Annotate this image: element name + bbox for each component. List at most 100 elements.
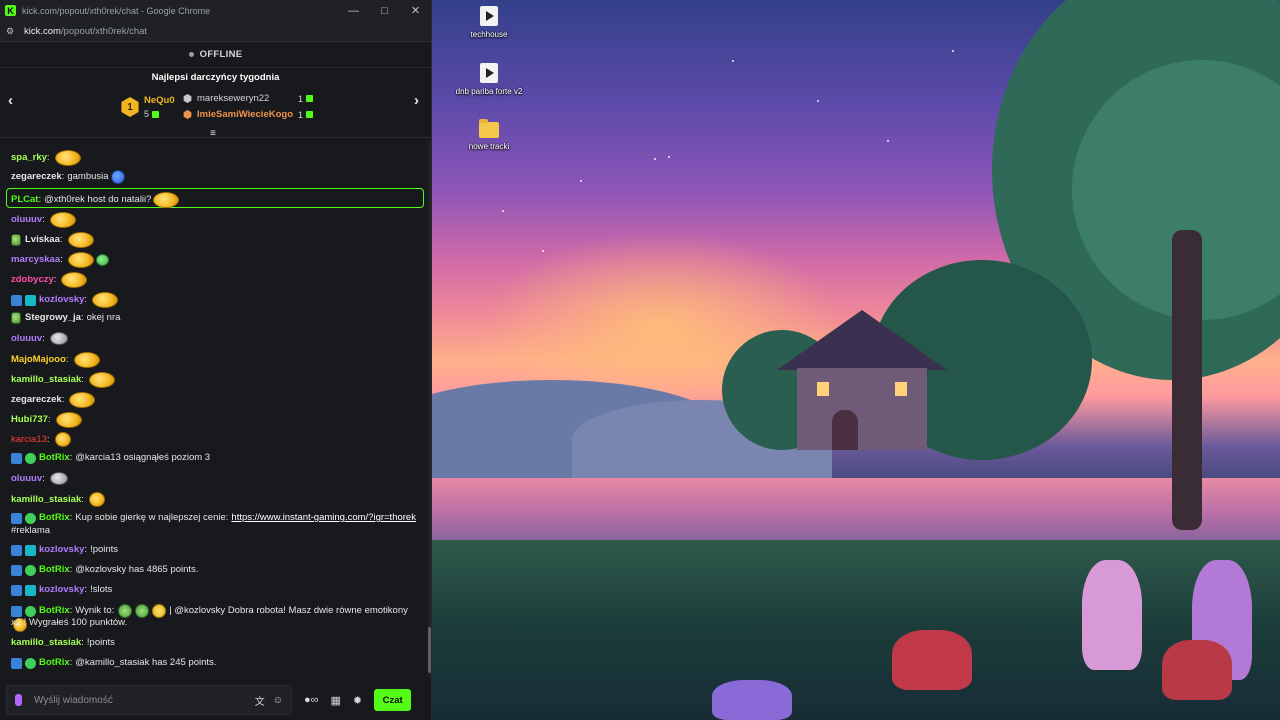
chat-link[interactable]: https://www.instant-gaming.com/?igr=thor… — [231, 512, 416, 524]
chat-username[interactable]: kozlovsky — [39, 584, 84, 596]
chat-text: !points — [90, 544, 119, 555]
chat-message: BotRix: @kamillo_stasiak has 245 points. — [11, 657, 418, 669]
leaderboard-row: ImieSamiWiecieKogo 1 — [183, 109, 313, 120]
gold-emote-icon — [73, 352, 100, 368]
boost-badge-icon — [11, 657, 22, 669]
chrome-popout-window: K kick.com/popout/xth0rek/chat - Google … — [0, 0, 432, 720]
chat-message: kozlovsky: !slots — [11, 584, 418, 596]
chat-username[interactable]: PLCat — [11, 194, 38, 206]
boost-badge-icon — [11, 544, 22, 556]
gold-emote-icon — [69, 392, 96, 408]
chat-message: marcyskaa: — [11, 252, 418, 268]
settings-gear-icon[interactable]: ✹ — [353, 694, 362, 707]
chat-username[interactable]: oluuuv — [11, 473, 42, 485]
chat-username[interactable]: zdobyczy — [11, 274, 54, 286]
verified-badge-icon — [25, 452, 36, 464]
chat-username[interactable]: kamillo_stasiak — [11, 374, 81, 386]
chat-message: kozlovsky: !points — [11, 544, 418, 556]
chat-username[interactable]: oluuuv — [11, 214, 42, 226]
kick-points-icon[interactable]: ●∞ — [304, 694, 319, 706]
title-bar[interactable]: K kick.com/popout/xth0rek/chat - Google … — [0, 0, 431, 21]
verified-badge-icon — [25, 512, 36, 524]
desktop-icon-techhouse[interactable]: techhouse — [444, 6, 534, 39]
boost-badge-icon — [11, 512, 22, 524]
chevron-left-icon[interactable]: ‹ — [8, 92, 13, 109]
emoji-icon[interactable]: ☺ — [273, 695, 283, 706]
chat-message: oluuuv: — [11, 472, 418, 485]
chat-username[interactable]: kamillo_stasiak — [11, 637, 81, 649]
store-icon[interactable]: ▦ — [331, 694, 341, 707]
chat-username[interactable]: BotRix — [39, 657, 70, 669]
gold-emote-icon — [49, 212, 76, 228]
message-input[interactable] — [34, 694, 247, 706]
verified-badge-icon — [25, 657, 36, 669]
chat-username[interactable]: Lviskaa — [25, 234, 60, 246]
chat-text: x2 ! Wygrałeś 100 punktów. — [11, 617, 128, 628]
chat-username[interactable]: Stegrowy_ja — [25, 312, 81, 324]
scrollbar-thumb[interactable] — [428, 627, 431, 673]
chat-tools: ●∞ ▦ ✹ — [304, 694, 374, 707]
chat-username[interactable]: karcia13 — [11, 434, 47, 446]
chat-text: okej nra — [86, 312, 121, 323]
boost-badge-icon — [11, 605, 22, 617]
cat-emote-icon — [49, 472, 68, 485]
microphone-icon[interactable] — [15, 694, 22, 706]
chat-text: Wynik to: — [75, 605, 115, 616]
chat-text: @kozlovsky has 4865 points. — [75, 564, 199, 575]
url-text[interactable]: kick.com/popout/xth0rek/chat — [24, 26, 147, 37]
chat-username[interactable]: kamillo_stasiak — [11, 494, 81, 506]
leaderboard-row: marekseweryn22 1 — [183, 93, 313, 104]
chat-message: oluuuv: — [11, 212, 418, 228]
status-text: OFFLINE — [199, 49, 243, 60]
desktop-icon-label: techhouse — [470, 30, 508, 39]
chat-text: @xth0rek host do natalii? — [44, 194, 152, 205]
status-dot-icon — [188, 52, 194, 57]
mod-badge-icon — [25, 584, 36, 596]
user-badge-icon — [11, 312, 21, 324]
minimize-button[interactable]: — — [338, 0, 369, 21]
gold-emote-icon — [67, 232, 94, 248]
donor-name: ImieSamiWiecieKogo — [197, 109, 293, 120]
chat-username[interactable]: spa_rky — [11, 152, 47, 164]
chevron-right-icon[interactable]: › — [414, 92, 419, 109]
bronze-medal-icon — [183, 110, 192, 119]
chat-username[interactable]: oluuuv — [11, 333, 42, 345]
chat-username[interactable]: kozlovsky — [39, 294, 84, 306]
desktop-icon-nowe-tracki[interactable]: nowe tracki — [444, 119, 534, 151]
kiwi-emote-icon — [118, 604, 133, 618]
chat-username[interactable]: MajoMajooo — [11, 354, 66, 366]
maximize-button[interactable]: □ — [369, 0, 400, 21]
chat-message: Lviskaa: — [11, 232, 418, 248]
kick-favicon-icon: K — [5, 5, 16, 16]
chat-text: @karcia13 osiągnąłeś poziom 3 — [75, 452, 211, 463]
chat-username[interactable]: zegareczek — [11, 394, 62, 406]
translate-icon[interactable]: 文 — [255, 693, 265, 708]
chat-scrollbar[interactable] — [428, 140, 431, 678]
mod-badge-icon — [25, 294, 36, 306]
collapse-leaderboard-icon[interactable]: ≡ — [210, 128, 216, 139]
desktop-icon-dnb[interactable]: dnb pariba forte v2 — [444, 63, 534, 96]
chat-message-continued: #reklama — [11, 525, 418, 537]
chat-username[interactable]: BotRix — [39, 605, 70, 617]
close-button[interactable]: ✕ — [400, 0, 431, 21]
gift-icon — [152, 111, 160, 119]
chat-username[interactable]: marcyskaa — [11, 254, 60, 266]
desktop-icon-label: nowe tracki — [468, 142, 510, 151]
send-chat-button[interactable]: Czat — [374, 689, 412, 711]
message-input-container[interactable]: 文 ☺ — [6, 685, 292, 715]
kiwi-emote-icon — [135, 604, 150, 618]
donor-count: 1 — [297, 93, 303, 104]
chat-message: zdobyczy: — [11, 272, 418, 288]
chat-username[interactable]: zegareczek — [11, 171, 62, 183]
chat-username[interactable]: kozlovsky — [39, 544, 84, 556]
chat-username[interactable]: BotRix — [39, 512, 70, 524]
address-bar[interactable]: ⚙ kick.com/popout/xth0rek/chat — [0, 21, 431, 42]
chat-username[interactable]: BotRix — [39, 564, 70, 576]
chat-username[interactable]: BotRix — [39, 452, 70, 464]
chat-username[interactable]: Hubi737 — [11, 414, 48, 426]
chat-message: PLCat: @xth0rek host do natalii? — [11, 192, 418, 208]
mod-badge-icon — [25, 544, 36, 556]
chat-text: #reklama — [11, 525, 51, 536]
chat-text: @kamillo_stasiak has 245 points. — [75, 657, 217, 668]
site-info-icon[interactable]: ⚙ — [6, 26, 18, 37]
